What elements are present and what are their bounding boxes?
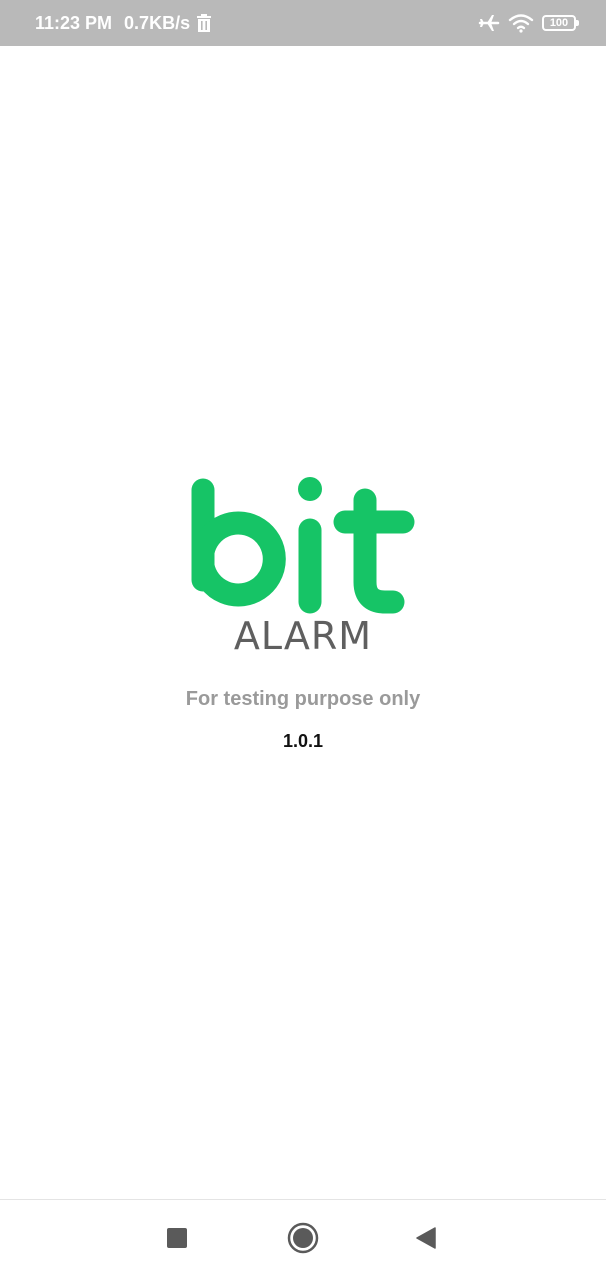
recent-apps-icon [167, 1227, 187, 1253]
status-net-speed: 0.7KB/s [124, 12, 191, 33]
home-icon [287, 1222, 319, 1259]
version-label: 1.0.1 [282, 731, 324, 751]
home-button[interactable] [263, 1200, 343, 1280]
logo-bit-wordmark [191, 477, 415, 614]
battery-icon: 100 [542, 15, 579, 31]
recent-apps-button[interactable] [137, 1200, 217, 1280]
navigation-bar [0, 1199, 606, 1280]
app-logo: bit ALARM [0, 470, 606, 658]
wifi-icon [508, 13, 534, 33]
back-button[interactable] [386, 1200, 466, 1280]
logo-alarm-text: ALARM [233, 614, 373, 658]
back-icon [416, 1226, 436, 1254]
trash-icon [196, 14, 212, 32]
status-bar: 11:23 PM 0.7KB/s 100 [0, 0, 606, 46]
status-time: 11:23 PM [35, 12, 113, 33]
splash-screen: 11:23 PM 0.7KB/s 100 ALARM For testing p… [0, 0, 606, 1280]
airplane-icon [478, 13, 500, 33]
tagline: For testing purpose only [185, 688, 421, 710]
